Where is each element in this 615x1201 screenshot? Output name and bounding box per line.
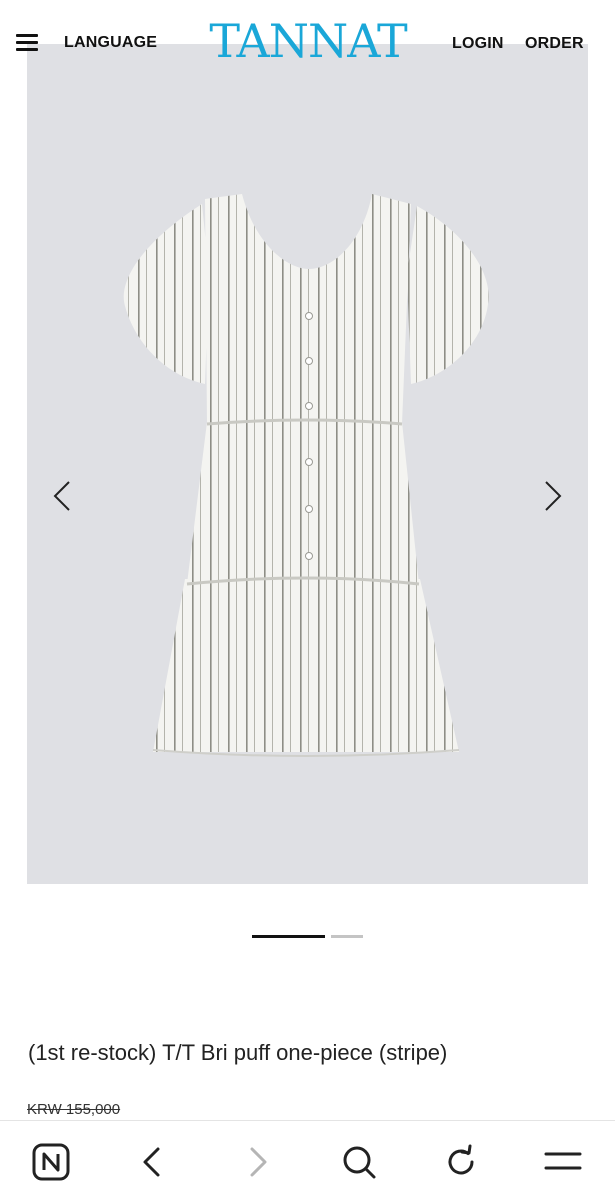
product-image[interactable] — [27, 44, 588, 884]
language-link[interactable]: LANGUAGE — [64, 34, 157, 52]
dress-illustration — [123, 194, 489, 757]
menu-icon[interactable] — [542, 1141, 584, 1183]
pagination-indicator[interactable] — [331, 935, 363, 938]
order-link[interactable]: ORDER — [525, 35, 584, 53]
product-title: (1st re-stock) T/T Bri puff one-piece (s… — [28, 1040, 448, 1065]
naver-home-icon[interactable] — [30, 1141, 72, 1183]
gallery-pagination — [0, 935, 615, 939]
forward-icon[interactable] — [236, 1141, 278, 1183]
refresh-icon[interactable] — [440, 1141, 482, 1183]
site-header: LANGUAGE TANNAT LOGIN ORDER — [0, 0, 615, 88]
search-icon[interactable] — [338, 1141, 380, 1183]
brand-logo[interactable]: TANNAT — [204, 18, 412, 64]
login-link[interactable]: LOGIN — [452, 35, 504, 53]
hamburger-menu-icon[interactable] — [16, 34, 38, 52]
pagination-indicator-active[interactable] — [252, 935, 325, 938]
original-price: KRW 155,000 — [27, 1101, 121, 1118]
back-icon[interactable] — [132, 1141, 174, 1183]
chevron-right-icon[interactable] — [536, 478, 566, 514]
chevron-left-icon[interactable] — [49, 478, 79, 514]
browser-bottom-bar — [0, 1120, 615, 1201]
